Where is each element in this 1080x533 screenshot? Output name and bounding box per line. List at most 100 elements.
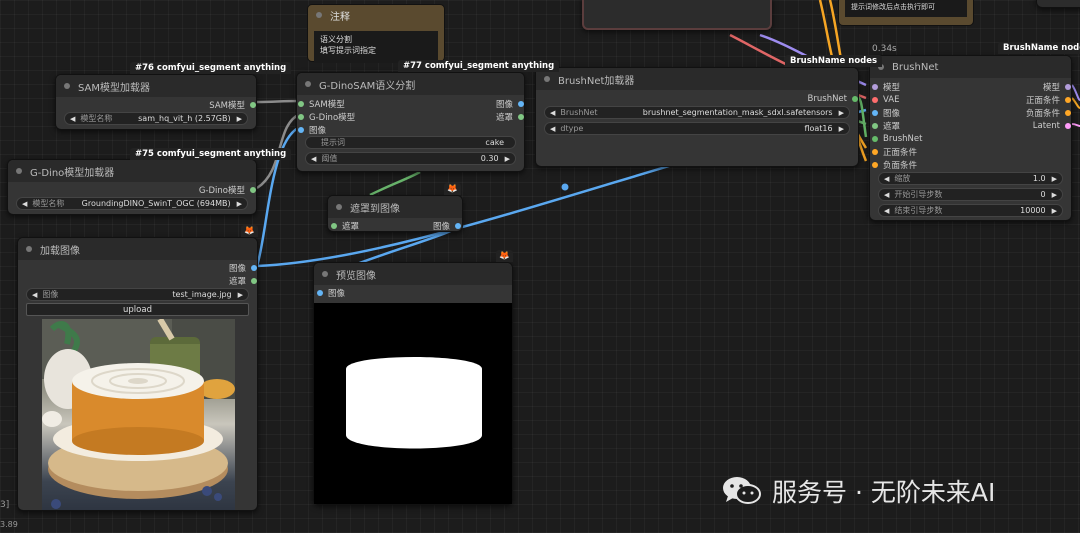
port-dot-icon[interactable] xyxy=(298,126,304,133)
arrow-right-icon[interactable]: ▶ xyxy=(505,155,510,163)
arrow-right-icon[interactable]: ▶ xyxy=(1052,175,1057,183)
input-vae[interactable]: VAE xyxy=(870,93,899,106)
threshold-slider[interactable]: ◀ 阈值 0.30 ▶ xyxy=(305,152,516,165)
output-image[interactable]: 图像 xyxy=(229,261,257,274)
gdino-loader-node[interactable]: G-Dino模型加载器 G-Dino模型 ◀ 模型名称 GroundingDIN… xyxy=(7,159,257,215)
input-mask[interactable]: 遮罩 xyxy=(870,119,900,132)
output-latent[interactable]: Latent xyxy=(1033,119,1071,132)
prompt-input[interactable]: 提示词 cake xyxy=(305,136,516,149)
preview-image-node[interactable]: 预览图像 图像 xyxy=(313,262,513,505)
arrow-left-icon[interactable]: ◀ xyxy=(884,207,889,215)
upload-button[interactable]: upload xyxy=(26,303,249,316)
arrow-left-icon[interactable]: ◀ xyxy=(550,125,555,133)
input-gdino-model[interactable]: G-Dino模型 xyxy=(297,110,355,123)
port-dot-icon[interactable] xyxy=(872,109,878,116)
mask-to-image-node[interactable]: 遮罩到图像 遮罩 图像 xyxy=(327,195,463,232)
port-dot-icon[interactable] xyxy=(872,161,878,168)
end-step-input[interactable]: ◀ 结束引导步数 10000 ▶ xyxy=(878,204,1063,217)
port-label: G-Dino模型 xyxy=(309,112,356,123)
port-dot-icon[interactable] xyxy=(1065,83,1071,90)
brushnet-model-select[interactable]: ◀ BrushNet brushnet_segmentation_mask_sd… xyxy=(544,106,850,119)
output-mask[interactable]: 遮罩 xyxy=(229,274,257,287)
arrow-left-icon[interactable]: ◀ xyxy=(32,291,37,299)
port-dot-icon[interactable] xyxy=(298,100,304,107)
input-image[interactable]: 图像 xyxy=(870,106,900,119)
port-dot-icon[interactable] xyxy=(872,122,878,129)
sam-loader-node[interactable]: SAM模型加载器 SAM模型 ◀ 模型名称 sam_hq_vit_h (2.57… xyxy=(55,74,257,130)
port-label: VAE xyxy=(883,94,900,105)
arrow-right-icon[interactable]: ▶ xyxy=(839,109,844,117)
brushnet-loader-node[interactable]: BrushNet加载器 BrushNet ◀ BrushNet brushnet… xyxy=(535,67,859,167)
top-right-note[interactable]: 提示词修改后点击执行即可 xyxy=(838,0,974,26)
port-dot-icon[interactable] xyxy=(1065,96,1071,103)
collapse-dot-icon[interactable] xyxy=(544,76,550,82)
port-dot-icon[interactable] xyxy=(872,135,878,142)
collapse-dot-icon[interactable] xyxy=(305,81,311,87)
output-model[interactable]: 模型 xyxy=(1043,80,1071,93)
port-dot-icon[interactable] xyxy=(250,186,256,193)
arrow-right-icon[interactable]: ▶ xyxy=(237,115,242,123)
collapse-dot-icon[interactable] xyxy=(26,246,32,252)
collapse-dot-icon[interactable] xyxy=(16,168,22,174)
output-positive[interactable]: 正面条件 xyxy=(1026,93,1071,106)
input-model[interactable]: 模型 xyxy=(870,80,900,93)
arrow-left-icon[interactable]: ◀ xyxy=(884,191,889,199)
input-image[interactable]: 图像 xyxy=(297,123,326,136)
collapse-dot-icon[interactable] xyxy=(316,12,322,18)
port-dot-icon[interactable] xyxy=(1065,109,1071,116)
output-brushnet[interactable]: BrushNet xyxy=(808,92,858,105)
arrow-right-icon[interactable]: ▶ xyxy=(237,200,242,208)
scale-slider[interactable]: ◀ 缩放 1.0 ▶ xyxy=(878,172,1063,185)
sam-model-name-select[interactable]: ◀ 模型名称 sam_hq_vit_h (2.57GB) ▶ xyxy=(64,112,248,125)
port-dot-icon[interactable] xyxy=(455,222,461,229)
port-dot-icon[interactable] xyxy=(872,148,878,155)
port-dot-icon[interactable] xyxy=(518,113,524,120)
input-brushnet[interactable]: BrushNet xyxy=(870,132,922,145)
arrow-left-icon[interactable]: ◀ xyxy=(550,109,555,117)
top-node-fragment[interactable] xyxy=(582,0,772,30)
brushnet-node[interactable]: BrushNet 模型 VAE 图像 遮罩 BrushNet 正面条件 负面条件… xyxy=(869,55,1072,221)
top-right-node-fragment[interactable] xyxy=(1036,0,1080,8)
arrow-right-icon[interactable]: ▶ xyxy=(1052,207,1057,215)
load-image-node[interactable]: 加载图像 图像 遮罩 ◀ 图像 test_image.jpg ▶ upload xyxy=(17,237,258,511)
collapse-dot-icon[interactable] xyxy=(336,204,342,210)
port-dot-icon[interactable] xyxy=(852,95,858,102)
output-negative[interactable]: 负面条件 xyxy=(1026,106,1071,119)
output-sam-model[interactable]: SAM模型 xyxy=(209,98,256,111)
gdino-model-name-select[interactable]: ◀ 模型名称 GroundingDINO_SwinT_OGC (694MB) ▶ xyxy=(16,197,248,210)
arrow-left-icon[interactable]: ◀ xyxy=(311,155,316,163)
port-dot-icon[interactable] xyxy=(317,289,323,296)
port-dot-icon[interactable] xyxy=(251,277,257,284)
note-body[interactable]: 语义分割 填写提示词指定 xyxy=(314,31,438,63)
arrow-left-icon[interactable]: ◀ xyxy=(884,175,889,183)
start-step-input[interactable]: ◀ 开始引导步数 0 ▶ xyxy=(878,188,1063,201)
input-sam-model[interactable]: SAM模型 xyxy=(297,97,345,110)
output-mask[interactable]: 遮罩 xyxy=(496,110,524,123)
arrow-right-icon[interactable]: ▶ xyxy=(839,125,844,133)
output-image[interactable]: 图像 xyxy=(433,219,461,232)
input-image[interactable]: 图像 xyxy=(314,286,345,299)
arrow-left-icon[interactable]: ◀ xyxy=(22,200,27,208)
port-dot-icon[interactable] xyxy=(872,83,878,90)
collapse-dot-icon[interactable] xyxy=(64,83,70,89)
port-dot-icon[interactable] xyxy=(251,264,257,271)
arrow-right-icon[interactable]: ▶ xyxy=(1052,191,1057,199)
port-dot-icon[interactable] xyxy=(872,96,878,103)
comment-note[interactable]: 注释 语义分割 填写提示词指定 xyxy=(307,4,445,63)
arrow-left-icon[interactable]: ◀ xyxy=(70,115,75,123)
port-dot-icon[interactable] xyxy=(331,222,337,229)
output-image[interactable]: 图像 xyxy=(496,97,524,110)
collapse-dot-icon[interactable] xyxy=(322,271,328,277)
dtype-select[interactable]: ◀ dtype float16 ▶ xyxy=(544,122,850,135)
port-dot-icon[interactable] xyxy=(518,100,524,107)
input-mask[interactable]: 遮罩 xyxy=(328,219,359,232)
port-dot-icon[interactable] xyxy=(298,113,304,120)
output-gdino-model[interactable]: G-Dino模型 xyxy=(199,183,256,196)
input-positive[interactable]: 正面条件 xyxy=(870,145,917,158)
arrow-right-icon[interactable]: ▶ xyxy=(238,291,243,299)
port-dot-icon[interactable] xyxy=(1065,122,1071,129)
image-select[interactable]: ◀ 图像 test_image.jpg ▶ xyxy=(26,288,249,301)
input-negative[interactable]: 负面条件 xyxy=(870,158,917,171)
gdinosam-node[interactable]: G-DinoSAM语义分割 SAM模型 G-Dino模型 图像 图像 遮罩 提示… xyxy=(296,72,525,172)
port-dot-icon[interactable] xyxy=(250,101,256,108)
